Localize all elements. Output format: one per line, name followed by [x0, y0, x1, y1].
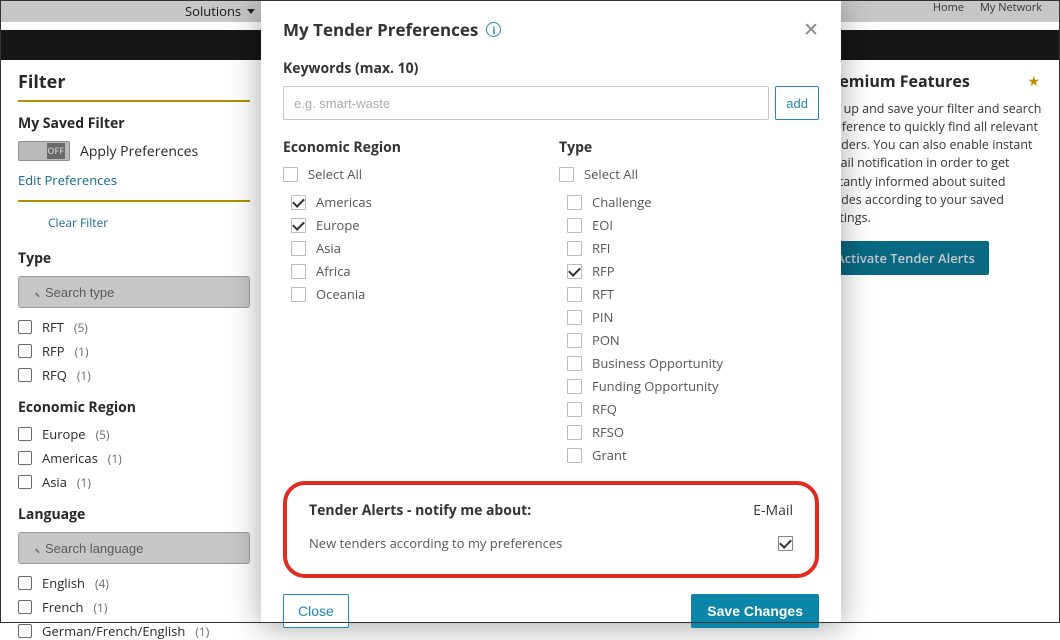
region-option[interactable]: Oceania [291, 285, 543, 303]
type-option[interactable]: RFSO [567, 423, 819, 441]
type-select-all[interactable]: Select All [559, 165, 819, 183]
region-option[interactable]: Europe [291, 216, 543, 234]
region-option[interactable]: Asia [291, 239, 543, 257]
keywords-input[interactable] [283, 86, 769, 120]
type-option[interactable]: RFI [567, 239, 819, 257]
type-option[interactable]: Grant [567, 446, 819, 464]
region-option[interactable]: Africa [291, 262, 543, 280]
type-option[interactable]: RFQ [567, 400, 819, 418]
modal-title: My Tender Preferences [283, 18, 478, 41]
type-col-title: Type [559, 138, 819, 157]
type-option[interactable]: Business Opportunity [567, 354, 819, 372]
add-keyword-button[interactable]: add [775, 86, 819, 120]
tender-alerts-section: Tender Alerts - notify me about: E-Mail … [283, 481, 819, 578]
type-option[interactable]: EOI [567, 216, 819, 234]
type-option[interactable]: Funding Opportunity [567, 377, 819, 395]
type-option[interactable]: PIN [567, 308, 819, 326]
info-icon[interactable]: i [486, 22, 501, 37]
region-option[interactable]: Americas [291, 193, 543, 211]
tender-prefs-modal: My Tender Preferences i ✕ Keywords (max.… [261, 0, 841, 623]
alerts-row-label: New tenders according to my preferences [309, 534, 562, 552]
region-col-title: Economic Region [283, 138, 543, 157]
alerts-email-checkbox[interactable] [778, 536, 793, 551]
alerts-column-email: E-Mail [753, 501, 793, 520]
keywords-label: Keywords (max. 10) [283, 59, 819, 78]
filter-option[interactable]: German/French/English (1) [18, 622, 250, 640]
alerts-heading: Tender Alerts - notify me about: [309, 501, 531, 520]
type-option[interactable]: PON [567, 331, 819, 349]
close-icon[interactable]: ✕ [803, 20, 819, 39]
type-option[interactable]: Challenge [567, 193, 819, 211]
type-option[interactable]: RFT [567, 285, 819, 303]
region-select-all[interactable]: Select All [283, 165, 543, 183]
type-option[interactable]: RFP [567, 262, 819, 280]
